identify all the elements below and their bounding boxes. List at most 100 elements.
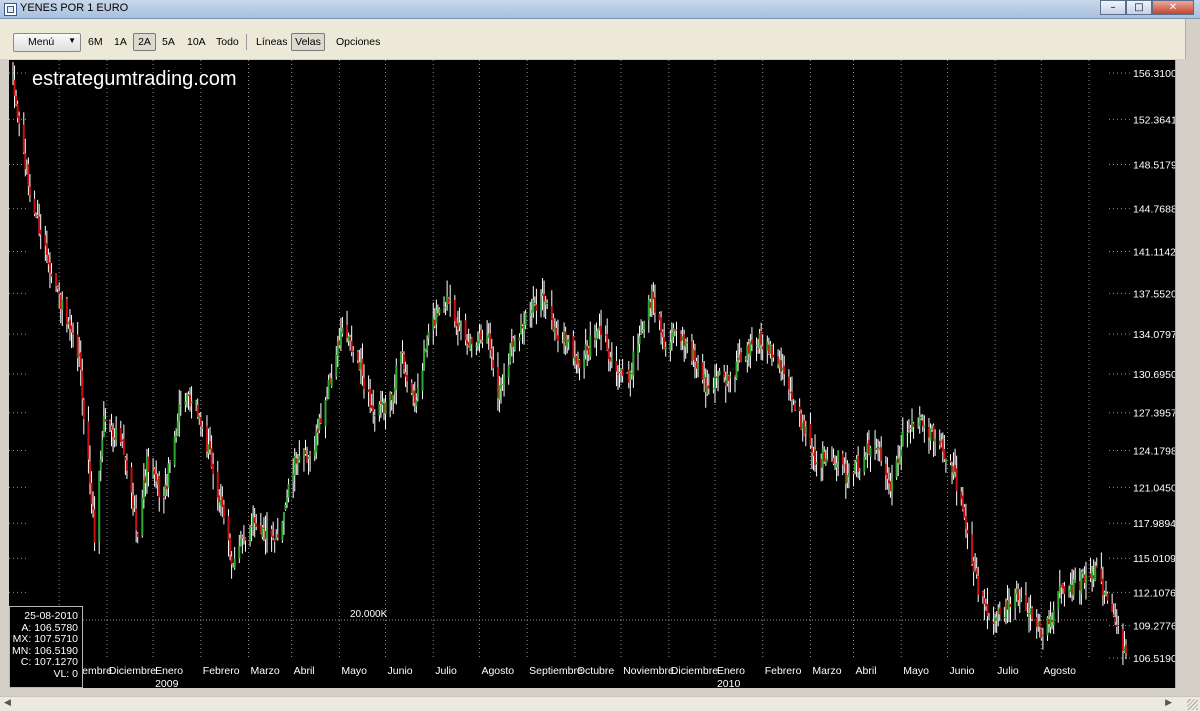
- candle-body: [378, 403, 381, 416]
- candle-body: [324, 399, 327, 427]
- candle-body: [966, 529, 969, 534]
- candle-body: [233, 558, 236, 568]
- y-tick-label: 124.1798: [1133, 446, 1176, 458]
- candle-body: [810, 448, 813, 453]
- candle-body: [900, 449, 903, 457]
- candle-body: [70, 325, 73, 333]
- candle-body: [216, 471, 219, 498]
- candle-body: [230, 556, 233, 565]
- candle-body: [362, 377, 365, 390]
- x-tick-label: Marzo: [812, 665, 841, 677]
- y-tick-label: 117.9894: [1133, 518, 1176, 530]
- candle-body: [1111, 603, 1114, 612]
- candle-body: [102, 416, 105, 438]
- period-1a-button[interactable]: 1A: [112, 33, 129, 51]
- candle-body: [1052, 609, 1055, 626]
- candle-body: [90, 482, 93, 505]
- period-todo-button[interactable]: Todo: [214, 33, 241, 51]
- period-2a-button[interactable]: 2A: [133, 33, 156, 51]
- candle-body: [986, 603, 989, 617]
- period-5a-button[interactable]: 5A: [160, 33, 177, 51]
- candle-body: [304, 450, 307, 455]
- close-button[interactable]: ✕: [1152, 0, 1194, 15]
- minimize-button[interactable]: –: [1100, 0, 1126, 15]
- candle-body: [175, 435, 178, 438]
- candles-button[interactable]: Velas: [291, 33, 325, 51]
- candle-body: [891, 478, 894, 493]
- chart-canvas[interactable]: 156.3100 152.3641 148.5179 144.7688 141.1142…: [9, 60, 1176, 688]
- candle-body: [130, 467, 133, 493]
- info-date: 25-08-2010: [24, 610, 78, 622]
- candle-body: [640, 331, 643, 335]
- x-tick-label: Noviembre: [623, 665, 674, 677]
- dropdown-arrow-icon: ▼: [68, 36, 76, 45]
- candle-body: [750, 339, 753, 345]
- x-tick-year-label: 2009: [155, 678, 179, 688]
- candle-body: [438, 308, 441, 314]
- candle-body: [589, 335, 592, 357]
- candle-body: [178, 404, 181, 422]
- candle-body: [58, 290, 61, 295]
- candle-body: [238, 546, 241, 559]
- lines-button[interactable]: Líneas: [254, 33, 290, 51]
- candle-body: [783, 365, 786, 375]
- candle-body: [1094, 566, 1097, 581]
- window-controls: – □ ✕: [1100, 0, 1194, 16]
- toolbar: Menú ▼ 6M 1A 2A 5A 10A Todo Líneas Velas…: [0, 19, 1200, 59]
- x-tick-label: Julio: [997, 665, 1019, 677]
- candle-body: [723, 371, 726, 378]
- candle-body: [852, 472, 855, 475]
- y-tick-label: 115.0109: [1133, 553, 1176, 565]
- candle-body: [50, 273, 53, 277]
- candle-body: [173, 436, 176, 466]
- candle-body: [1074, 579, 1077, 583]
- options-button[interactable]: Opciones: [334, 33, 382, 51]
- candle-body: [45, 243, 48, 255]
- horizontal-scrollbar[interactable]: ◀ ▶: [0, 696, 1200, 711]
- x-tick-label: Diciembre: [671, 665, 718, 677]
- price-chart[interactable]: 156.3100 152.3641 148.5179 144.7688 141.1142…: [9, 60, 1176, 688]
- x-tick-label: Junio: [388, 665, 413, 677]
- resize-grip-icon[interactable]: [1187, 699, 1198, 710]
- candle-body: [199, 417, 202, 427]
- period-10a-button[interactable]: 10A: [185, 33, 208, 51]
- candle-body: [99, 459, 102, 471]
- candle-body: [88, 461, 91, 484]
- candle-body: [923, 425, 926, 428]
- scroll-left-icon[interactable]: ◀: [4, 698, 11, 708]
- watermark: estrategumtrading.com: [32, 68, 237, 90]
- candle-body: [1020, 598, 1023, 600]
- candle-body: [423, 350, 426, 371]
- candle-body: [669, 342, 672, 350]
- candle-body: [918, 414, 921, 427]
- candle-body: [315, 431, 318, 453]
- candle-body: [185, 395, 188, 401]
- period-6m-button[interactable]: 6M: [86, 33, 105, 51]
- candle-body: [272, 535, 275, 538]
- info-close: C: 107.1270: [20, 656, 78, 668]
- candle-body: [249, 527, 252, 543]
- candle-body: [141, 497, 144, 536]
- candle-body: [1112, 614, 1115, 616]
- maximize-button[interactable]: □: [1126, 0, 1152, 15]
- candle-body: [987, 618, 990, 620]
- candle-body: [1095, 565, 1098, 568]
- y-tick-label: 156.3100: [1133, 68, 1176, 80]
- candle-body: [595, 331, 598, 341]
- candle-body: [809, 424, 812, 446]
- candle-body: [253, 517, 256, 524]
- candle-body: [319, 418, 322, 424]
- candle-body: [459, 323, 462, 325]
- candle-body: [492, 359, 495, 369]
- menu-dropdown[interactable]: Menú ▼: [13, 33, 81, 52]
- candle-body: [356, 351, 359, 361]
- candle-body: [101, 440, 104, 457]
- candle-body: [513, 340, 516, 350]
- info-volume: VL: 0: [53, 667, 78, 680]
- x-tick-label: Agosto: [1043, 665, 1076, 677]
- scroll-right-icon[interactable]: ▶: [1165, 698, 1172, 708]
- candle-body: [406, 374, 409, 382]
- candle-body: [546, 302, 549, 304]
- menu-label: Menú: [28, 36, 55, 48]
- candle-body: [757, 348, 760, 350]
